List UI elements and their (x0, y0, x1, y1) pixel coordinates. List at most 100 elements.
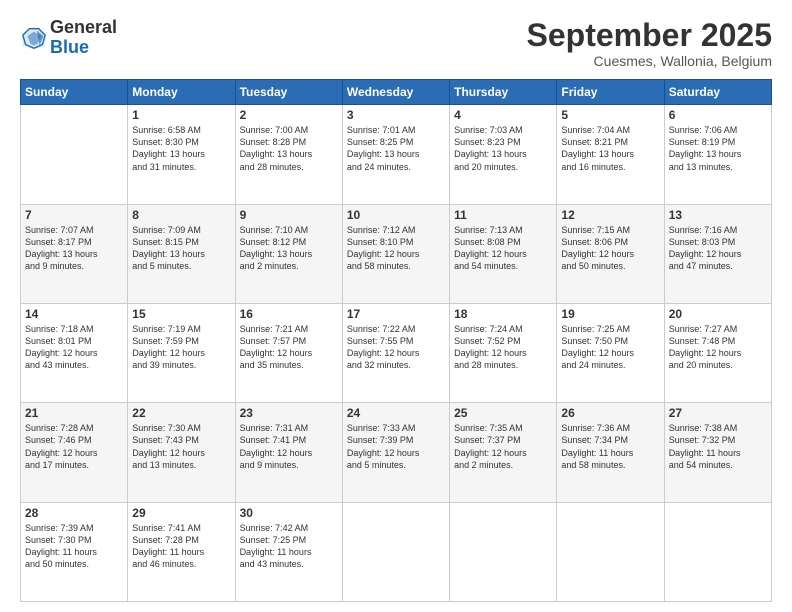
calendar-cell (664, 502, 771, 601)
day-info: Sunrise: 7:24 AM Sunset: 7:52 PM Dayligh… (454, 323, 552, 372)
day-number: 18 (454, 307, 552, 321)
day-info: Sunrise: 7:06 AM Sunset: 8:19 PM Dayligh… (669, 124, 767, 173)
month-title: September 2025 (527, 18, 772, 53)
day-number: 19 (561, 307, 659, 321)
day-number: 10 (347, 208, 445, 222)
calendar-cell (21, 105, 128, 204)
day-number: 11 (454, 208, 552, 222)
col-saturday: Saturday (664, 80, 771, 105)
day-info: Sunrise: 7:13 AM Sunset: 8:08 PM Dayligh… (454, 224, 552, 273)
calendar-cell (342, 502, 449, 601)
calendar-cell: 13Sunrise: 7:16 AM Sunset: 8:03 PM Dayli… (664, 204, 771, 303)
calendar-cell: 23 Sunrise: 7:31 AM Sunset: 7:41 PM Dayli… (235, 403, 342, 502)
calendar-body: 1 Sunrise: 6:58 AM Sunset: 8:30 PM Daylig… (21, 105, 772, 602)
day-number: 30 (240, 506, 338, 520)
calendar-header: Sunday Monday Tuesday Wednesday Thursday… (21, 80, 772, 105)
day-number: 22 (132, 406, 230, 420)
title-block: September 2025 Cuesmes, Wallonia, Belgiu… (527, 18, 772, 69)
day-number: 26 (561, 406, 659, 420)
calendar-cell: 3 Sunrise: 7:01 AM Sunset: 8:25 PM Daylig… (342, 105, 449, 204)
calendar-cell: 8Sunrise: 7:09 AM Sunset: 8:15 PM Daylig… (128, 204, 235, 303)
calendar-cell: 1 Sunrise: 6:58 AM Sunset: 8:30 PM Daylig… (128, 105, 235, 204)
day-number: 14 (25, 307, 123, 321)
day-info: Sunrise: 7:12 AM Sunset: 8:10 PM Dayligh… (347, 224, 445, 273)
calendar-cell: 27Sunrise: 7:38 AM Sunset: 7:32 PM Dayli… (664, 403, 771, 502)
day-number: 2 (240, 108, 338, 122)
day-number: 15 (132, 307, 230, 321)
calendar-cell: 12Sunrise: 7:15 AM Sunset: 8:06 PM Dayli… (557, 204, 664, 303)
day-info: Sunrise: 7:25 AM Sunset: 7:50 PM Dayligh… (561, 323, 659, 372)
calendar-week-row: 14 Sunrise: 7:18 AM Sunset: 8:01 PM Dayli… (21, 303, 772, 402)
day-number: 5 (561, 108, 659, 122)
day-number: 28 (25, 506, 123, 520)
calendar-cell: 26 Sunrise: 7:36 AM Sunset: 7:34 PM Dayli… (557, 403, 664, 502)
page-header: General Blue September 2025 Cuesmes, Wal… (20, 18, 772, 69)
day-info: Sunrise: 7:35 AM Sunset: 7:37 PM Dayligh… (454, 422, 552, 471)
calendar-cell: 19 Sunrise: 7:25 AM Sunset: 7:50 PM Dayli… (557, 303, 664, 402)
day-info: Sunrise: 7:04 AM Sunset: 8:21 PM Dayligh… (561, 124, 659, 173)
calendar-cell: 6 Sunrise: 7:06 AM Sunset: 8:19 PM Daylig… (664, 105, 771, 204)
calendar-cell: 11 Sunrise: 7:13 AM Sunset: 8:08 PM Dayli… (450, 204, 557, 303)
day-number: 12 (561, 208, 659, 222)
day-info: Sunrise: 7:27 AM Sunset: 7:48 PM Dayligh… (669, 323, 767, 372)
logo-blue: Blue (50, 38, 117, 58)
day-info: Sunrise: 7:42 AM Sunset: 7:25 PM Dayligh… (240, 522, 338, 571)
day-number: 6 (669, 108, 767, 122)
day-info: Sunrise: 7:07 AM Sunset: 8:17 PM Dayligh… (25, 224, 123, 273)
calendar-cell: 28 Sunrise: 7:39 AM Sunset: 7:30 PM Dayli… (21, 502, 128, 601)
day-number: 25 (454, 406, 552, 420)
day-number: 17 (347, 307, 445, 321)
calendar-cell (557, 502, 664, 601)
col-friday: Friday (557, 80, 664, 105)
day-number: 1 (132, 108, 230, 122)
calendar-cell: 18 Sunrise: 7:24 AM Sunset: 7:52 PM Dayli… (450, 303, 557, 402)
day-number: 9 (240, 208, 338, 222)
day-number: 23 (240, 406, 338, 420)
calendar-week-row: 7Sunrise: 7:07 AM Sunset: 8:17 PM Daylig… (21, 204, 772, 303)
day-number: 24 (347, 406, 445, 420)
calendar-cell: 24Sunrise: 7:33 AM Sunset: 7:39 PM Dayli… (342, 403, 449, 502)
day-info: Sunrise: 7:30 AM Sunset: 7:43 PM Dayligh… (132, 422, 230, 471)
day-info: Sunrise: 7:18 AM Sunset: 8:01 PM Dayligh… (25, 323, 123, 372)
day-number: 13 (669, 208, 767, 222)
calendar-cell: 30 Sunrise: 7:42 AM Sunset: 7:25 PM Dayli… (235, 502, 342, 601)
day-info: Sunrise: 7:31 AM Sunset: 7:41 PM Dayligh… (240, 422, 338, 471)
day-info: Sunrise: 7:01 AM Sunset: 8:25 PM Dayligh… (347, 124, 445, 173)
col-monday: Monday (128, 80, 235, 105)
calendar-cell: 22 Sunrise: 7:30 AM Sunset: 7:43 PM Dayli… (128, 403, 235, 502)
calendar-cell: 15 Sunrise: 7:19 AM Sunset: 7:59 PM Dayli… (128, 303, 235, 402)
calendar-cell: 17 Sunrise: 7:22 AM Sunset: 7:55 PM Dayli… (342, 303, 449, 402)
day-info: Sunrise: 7:10 AM Sunset: 8:12 PM Dayligh… (240, 224, 338, 273)
calendar-cell: 29 Sunrise: 7:41 AM Sunset: 7:28 PM Dayli… (128, 502, 235, 601)
day-info: Sunrise: 6:58 AM Sunset: 8:30 PM Dayligh… (132, 124, 230, 173)
day-number: 20 (669, 307, 767, 321)
logo-icon (20, 24, 48, 52)
day-info: Sunrise: 7:39 AM Sunset: 7:30 PM Dayligh… (25, 522, 123, 571)
day-number: 3 (347, 108, 445, 122)
day-number: 27 (669, 406, 767, 420)
logo-general: General (50, 18, 117, 38)
day-info: Sunrise: 7:41 AM Sunset: 7:28 PM Dayligh… (132, 522, 230, 571)
day-info: Sunrise: 7:36 AM Sunset: 7:34 PM Dayligh… (561, 422, 659, 471)
col-wednesday: Wednesday (342, 80, 449, 105)
col-thursday: Thursday (450, 80, 557, 105)
day-number: 8 (132, 208, 230, 222)
calendar-cell: 2 Sunrise: 7:00 AM Sunset: 8:28 PM Daylig… (235, 105, 342, 204)
logo: General Blue (20, 18, 117, 58)
calendar-cell: 7Sunrise: 7:07 AM Sunset: 8:17 PM Daylig… (21, 204, 128, 303)
calendar-cell: 21Sunrise: 7:28 AM Sunset: 7:46 PM Dayli… (21, 403, 128, 502)
day-info: Sunrise: 7:03 AM Sunset: 8:23 PM Dayligh… (454, 124, 552, 173)
calendar-week-row: 28 Sunrise: 7:39 AM Sunset: 7:30 PM Dayli… (21, 502, 772, 601)
day-info: Sunrise: 7:00 AM Sunset: 8:28 PM Dayligh… (240, 124, 338, 173)
location-subtitle: Cuesmes, Wallonia, Belgium (527, 53, 772, 69)
calendar-week-row: 21Sunrise: 7:28 AM Sunset: 7:46 PM Dayli… (21, 403, 772, 502)
day-number: 29 (132, 506, 230, 520)
calendar-cell: 16Sunrise: 7:21 AM Sunset: 7:57 PM Dayli… (235, 303, 342, 402)
calendar-table: Sunday Monday Tuesday Wednesday Thursday… (20, 79, 772, 602)
calendar-page: General Blue September 2025 Cuesmes, Wal… (0, 0, 792, 612)
calendar-cell (450, 502, 557, 601)
day-info: Sunrise: 7:22 AM Sunset: 7:55 PM Dayligh… (347, 323, 445, 372)
day-info: Sunrise: 7:19 AM Sunset: 7:59 PM Dayligh… (132, 323, 230, 372)
col-sunday: Sunday (21, 80, 128, 105)
logo-text: General Blue (50, 18, 117, 58)
